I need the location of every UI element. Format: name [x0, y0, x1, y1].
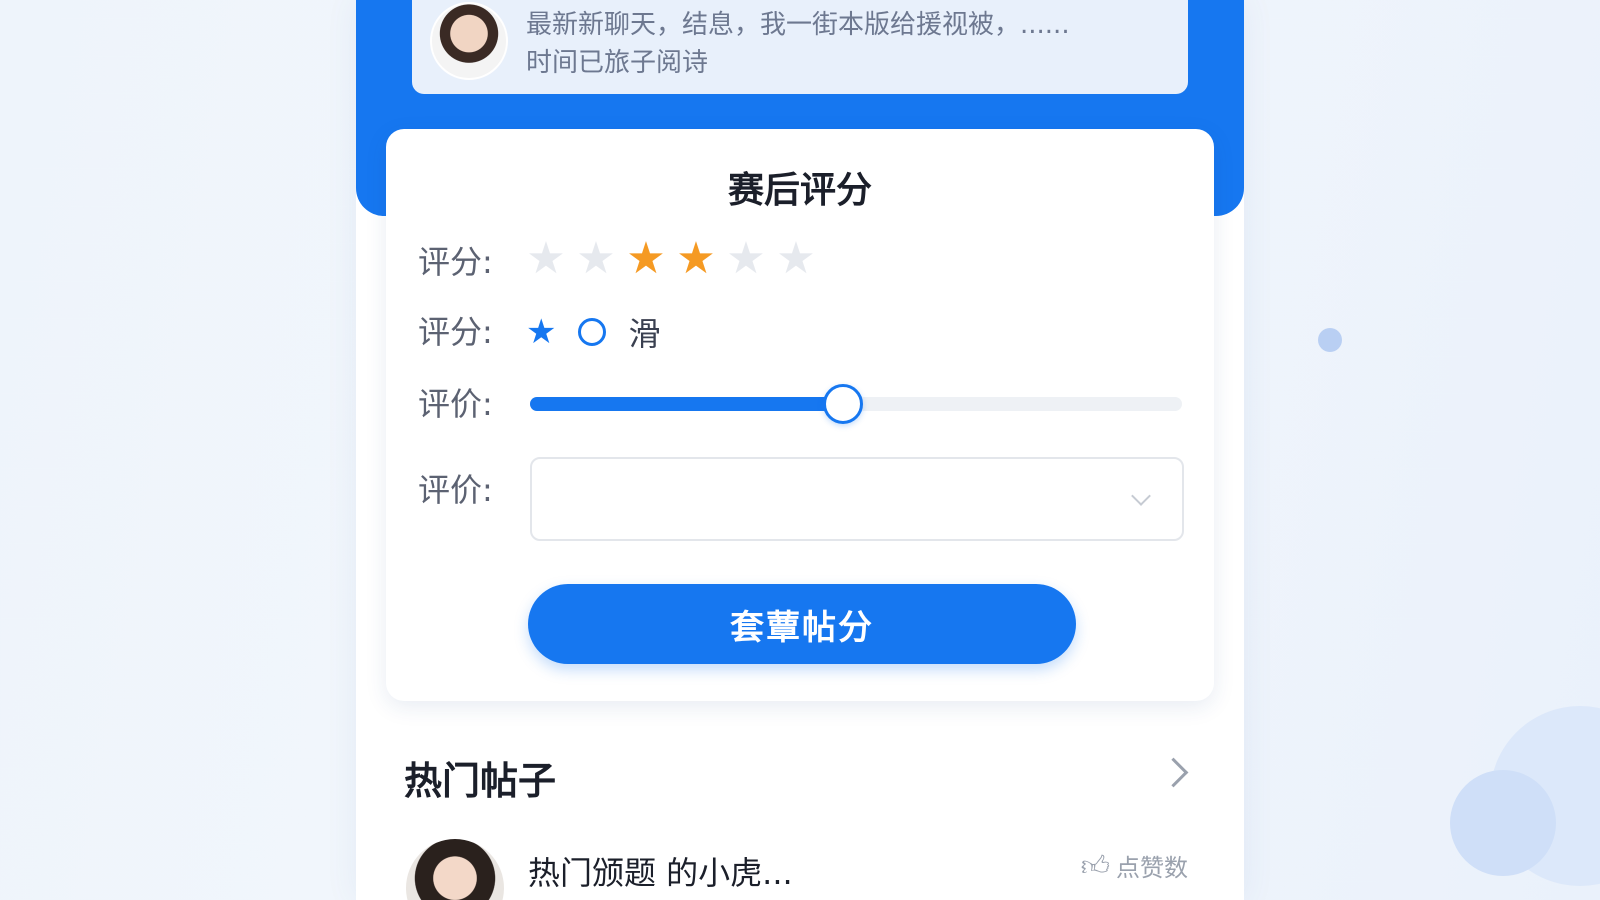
star-filled-icon[interactable]: ★ — [626, 237, 666, 281]
star-empty-icon[interactable]: ★ — [726, 237, 766, 281]
chat-preview-text: 最新新聊天，结息，我一街本版给援视被，...... — [526, 10, 1070, 40]
hot-posts-title: 热门帖子 — [404, 759, 557, 803]
avatar — [406, 839, 504, 900]
phone-screen: 最新新聊天，结息，我一街本版给援视被，...... 时间已旅子阅诗 赛后评分 评… — [356, 0, 1244, 900]
post-title: 热门颁题 的小虎... — [528, 854, 793, 892]
like-button[interactable]: 👍︎ 点赞数 — [1081, 848, 1188, 883]
rating-card: 赛后评分 评分: ★ ★ ★ ★ ★ ★ 评分: ★ 滑 评价: 评价: 套蕈帖分 — [386, 129, 1214, 701]
slider-label: 评价: — [418, 385, 493, 423]
background-dot — [1318, 328, 1342, 352]
radio-option[interactable] — [578, 318, 607, 346]
slider-fill — [530, 397, 843, 411]
chevron-right-icon[interactable] — [1158, 757, 1189, 788]
star-empty-icon[interactable]: ★ — [776, 237, 816, 281]
like-count: 点赞数 — [1116, 854, 1188, 882]
evaluation-select[interactable] — [530, 457, 1184, 541]
select-label: 评价: — [418, 471, 493, 509]
option-text: 滑 — [628, 315, 661, 353]
star-filled-icon[interactable]: ★ — [676, 237, 716, 281]
chat-preview-time: 时间已旅子阅诗 — [526, 48, 709, 78]
star-empty-icon[interactable]: ★ — [526, 237, 566, 281]
background-circle-inner — [1450, 770, 1556, 876]
rating-title: 赛后评分 — [727, 170, 872, 211]
option-label: 评分: — [418, 313, 493, 351]
submit-button[interactable]: 套蕈帖分 — [528, 584, 1076, 664]
option-group: ★ 滑 — [526, 309, 661, 355]
slider-thumb[interactable] — [822, 384, 863, 424]
rating-slider[interactable] — [530, 384, 1182, 424]
star-empty-icon[interactable]: ★ — [576, 237, 616, 281]
avatar — [430, 2, 508, 80]
chat-preview-card[interactable]: 最新新聊天，结息，我一街本版给援视被，...... 时间已旅子阅诗 — [412, 0, 1188, 94]
score-label: 评分: — [418, 243, 493, 281]
star-rating[interactable]: ★ ★ ★ ★ ★ ★ — [526, 237, 816, 281]
chevron-down-icon — [1131, 486, 1151, 506]
star-badge-icon[interactable]: ★ — [526, 315, 556, 349]
thumbs-up-icon: 👍︎ — [1080, 848, 1110, 882]
list-item[interactable]: 热门颁题 的小虎... 👍︎ 点赞数 — [356, 836, 1244, 900]
